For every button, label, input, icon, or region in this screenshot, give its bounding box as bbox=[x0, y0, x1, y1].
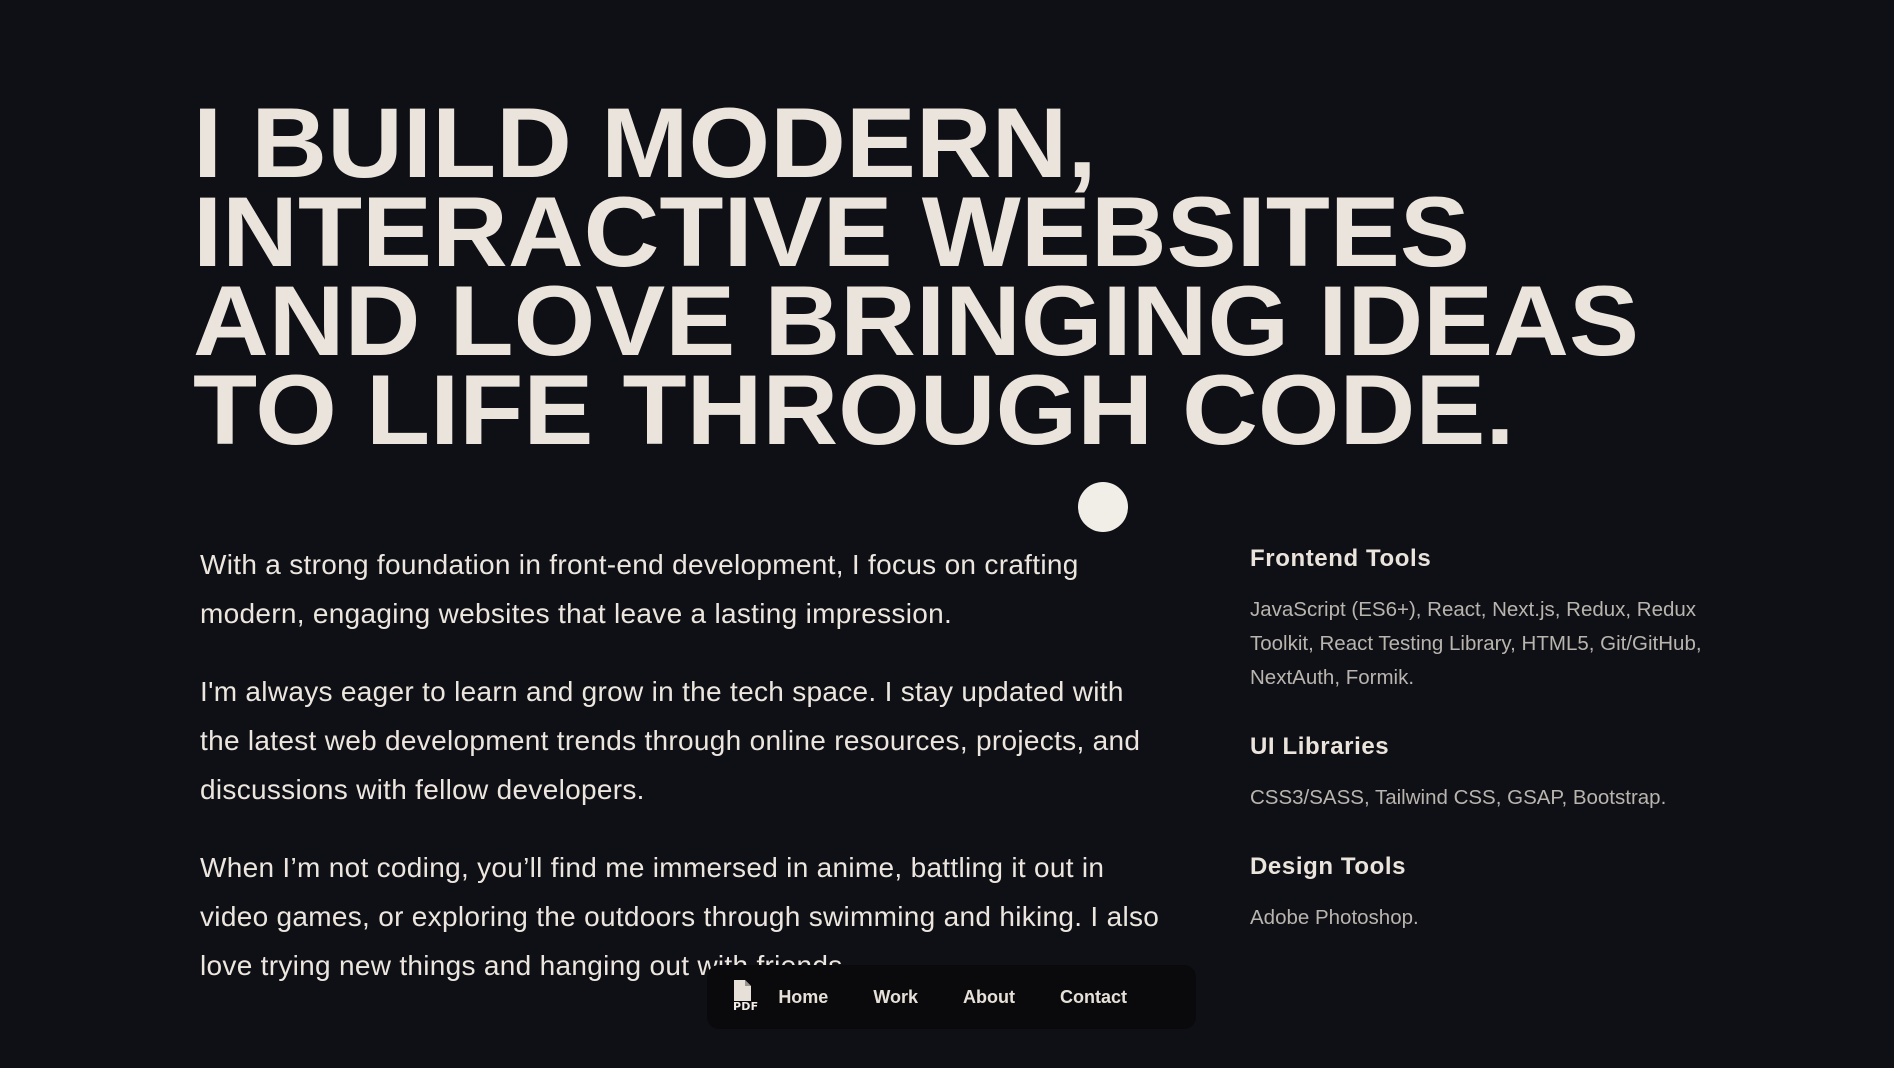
skill-category-items: Adobe Photoshop. bbox=[1250, 906, 1419, 929]
nav-home[interactable]: Home bbox=[778, 987, 828, 1008]
pdf-label: PDF bbox=[732, 1000, 760, 1013]
hero-line: to life through code. bbox=[193, 354, 1515, 465]
hero-line: interactive websites bbox=[193, 176, 1470, 287]
about-paragraph: With a strong foundation in front-end de… bbox=[200, 549, 1079, 629]
custom-cursor bbox=[1078, 482, 1128, 532]
hero-heading: I build modern, interactive websites and… bbox=[193, 87, 1639, 465]
hero-line: I build modern, bbox=[193, 87, 1097, 198]
skill-category-title: Design Tools bbox=[1250, 853, 1407, 880]
skill-category-title: UI Libraries bbox=[1250, 733, 1390, 760]
skills-list: Frontend Tools JavaScript (ES6+), React,… bbox=[1250, 545, 1750, 973]
skill-category-items: CSS3/SASS, Tailwind CSS, GSAP, Bootstrap… bbox=[1250, 786, 1667, 809]
bottom-nav: PDF Home Work About Contact bbox=[707, 965, 1196, 1029]
about-text: With a strong foundation in front-end de… bbox=[200, 540, 1160, 1019]
skill-category-title: Frontend Tools bbox=[1250, 545, 1432, 572]
about-paragraph: I'm always eager to learn and grow in th… bbox=[200, 676, 1141, 805]
skill-category-items: JavaScript (ES6+), React, Next.js, Redux… bbox=[1250, 598, 1702, 689]
pdf-file-icon[interactable]: PDF bbox=[731, 979, 760, 1015]
nav-work[interactable]: Work bbox=[873, 987, 918, 1008]
nav-about[interactable]: About bbox=[963, 987, 1015, 1008]
hero-line: and love bringing ideas bbox=[193, 265, 1639, 376]
nav-contact[interactable]: Contact bbox=[1060, 987, 1127, 1008]
